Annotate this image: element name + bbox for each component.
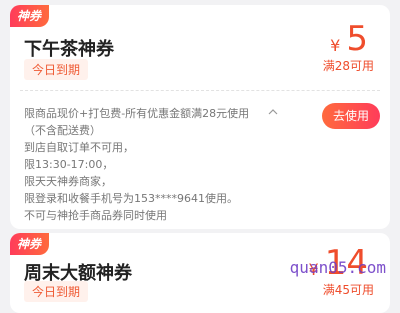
rule-line: 限天天神券商家， <box>24 175 112 188</box>
coupon-ribbon: 神券 <box>10 233 50 255</box>
min-spend-label: 满45可用 <box>322 283 374 297</box>
rule-line: 限登录和收餐手机号为153****9641使用。 <box>24 192 238 205</box>
coupon-rules: 限商品现价+打包费-所有优惠金额满28元使用 （不含配送费） 到店自取订单不可用… <box>24 105 284 224</box>
watermark-text: quan05.com <box>289 258 386 277</box>
currency-symbol: ¥ <box>330 36 341 55</box>
rule-line: 限商品现价+打包费-所有优惠金额满28元使用 <box>24 107 250 120</box>
coupon-ribbon: 神券 <box>10 5 50 27</box>
coupon-card[interactable]: 神券 下午茶神券 今日到期 ¥5 满28可用 限商品现价+打包费-所有优惠金额满… <box>10 5 390 229</box>
validity-tag: 今日到期 <box>24 281 89 302</box>
coupon-amount: ¥5 <box>330 19 368 59</box>
amount-value: 5 <box>346 19 368 59</box>
rule-line: （不含配送费） <box>24 124 101 137</box>
rule-line: 到店自取订单不可用， <box>24 141 134 154</box>
min-spend-label: 满28可用 <box>322 59 374 73</box>
chevron-up-icon[interactable] <box>268 106 278 119</box>
dashed-divider <box>20 90 380 91</box>
rule-line: 限13:30-17:00， <box>24 158 114 171</box>
use-coupon-button[interactable]: 去使用 <box>322 103 380 129</box>
rule-line: 不可与神抢手商品券同时使用 <box>24 209 167 222</box>
validity-tag: 今日到期 <box>24 59 89 80</box>
coupon-title: 下午茶神券 <box>24 39 114 60</box>
